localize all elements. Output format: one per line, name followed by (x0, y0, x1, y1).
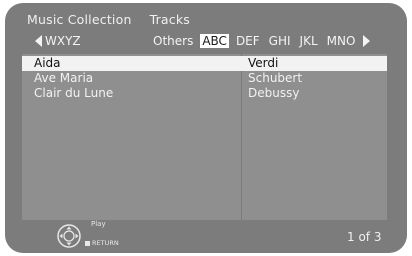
track-row[interactable]: Ave Maria Schubert (22, 71, 387, 86)
alphabet-tabs: WXYZ Others ABC DEF GHI JKL MNO (35, 34, 385, 50)
tab-others[interactable]: Others (151, 34, 195, 48)
tab-jkl[interactable]: JKL (298, 34, 320, 48)
music-collection-screen: Music Collection Tracks WXYZ Others ABC … (5, 3, 407, 253)
track-artist: Verdi (248, 56, 279, 70)
tab-prev[interactable]: WXYZ (35, 34, 81, 48)
header: Music Collection Tracks (27, 12, 190, 27)
right-triangle-icon[interactable] (363, 35, 371, 47)
tab-mno[interactable]: MNO (325, 34, 358, 48)
tab-list: Others ABC DEF GHI JKL MNO (151, 34, 371, 48)
track-row[interactable]: Clair du Lune Debussy (22, 86, 387, 101)
app-title: Music Collection (27, 12, 132, 27)
return-label: RETURN (92, 239, 119, 247)
track-title: Ave Maria (34, 71, 94, 85)
track-title: Clair du Lune (34, 86, 114, 100)
play-hint: Play (91, 220, 106, 228)
section-title: Tracks (149, 12, 190, 27)
page-indicator: 1 of 3 (347, 230, 382, 244)
tab-abc[interactable]: ABC (200, 34, 229, 48)
track-row[interactable]: Aida Verdi (22, 56, 387, 71)
tab-ghi[interactable]: GHI (267, 34, 293, 48)
dpad-enter-icon (57, 224, 81, 248)
tab-prev-label: WXYZ (45, 34, 81, 48)
stop-square-icon (85, 240, 90, 246)
track-title: Aida (34, 56, 61, 70)
left-triangle-icon (35, 35, 42, 47)
return-hint[interactable]: RETURN (85, 239, 119, 247)
track-artist: Schubert (248, 71, 303, 85)
track-list: Aida Verdi Ave Maria Schubert Clair du L… (22, 54, 387, 220)
track-artist: Debussy (248, 86, 300, 100)
tab-def[interactable]: DEF (234, 34, 262, 48)
